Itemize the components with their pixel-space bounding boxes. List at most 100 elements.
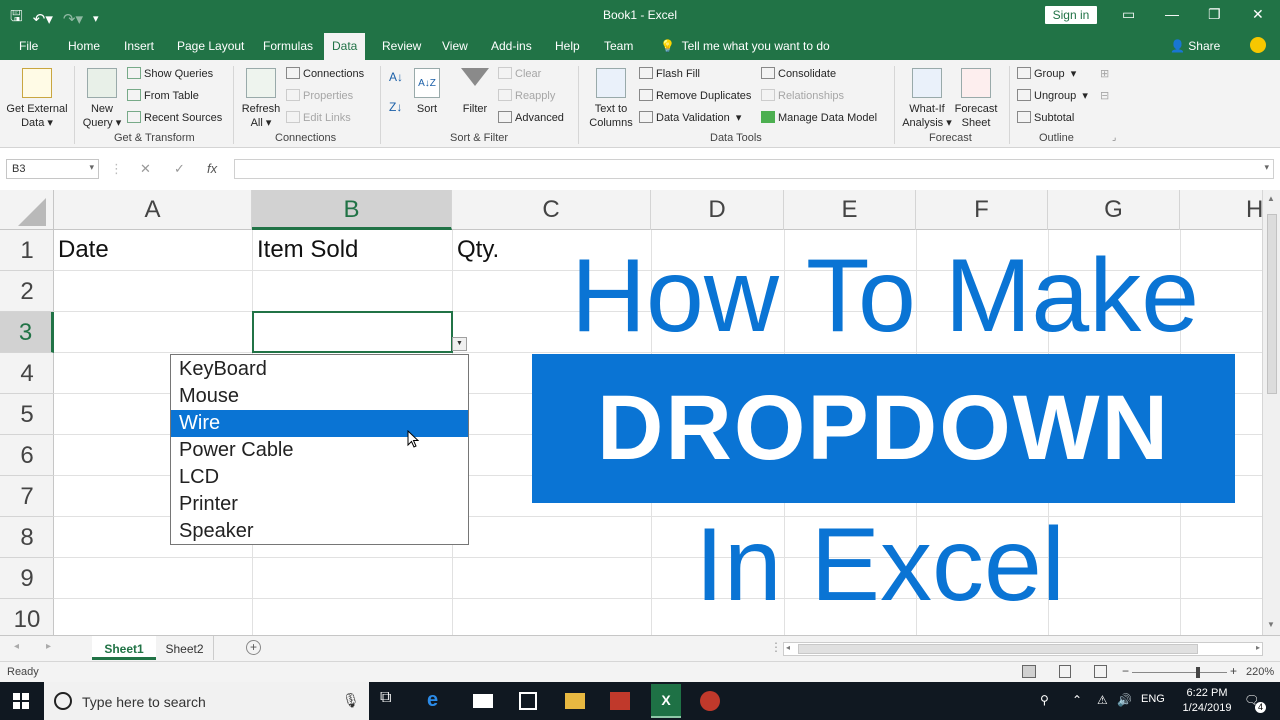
group-button[interactable]: Group ▾ [1017, 67, 1076, 80]
subtotal-button[interactable]: Subtotal [1017, 111, 1074, 124]
recent-sources-button[interactable]: Recent Sources [127, 111, 222, 124]
tab-add-ins[interactable]: Add-ins [491, 39, 532, 53]
edge-browser-icon[interactable]: e [427, 689, 451, 713]
dropdown-option[interactable]: Mouse [171, 383, 468, 410]
dropdown-option[interactable]: KeyBoard [171, 356, 468, 383]
share-button[interactable]: 👤 Share [1170, 39, 1220, 53]
column-header-a[interactable]: A [54, 190, 252, 230]
redo-icon[interactable]: ↷▾ [63, 10, 83, 28]
remove-duplicates-button[interactable]: Remove Duplicates [639, 89, 751, 102]
zoom-out-icon[interactable]: − [1122, 664, 1129, 678]
forecast-sheet-button[interactable]: Forecast Sheet [953, 68, 999, 130]
dropdown-option[interactable]: Speaker [171, 518, 468, 545]
row-header-8[interactable]: 8 [0, 517, 54, 558]
column-header-d[interactable]: D [651, 190, 784, 230]
vertical-scroll-thumb[interactable] [1267, 214, 1277, 394]
zoom-level[interactable]: 220% [1246, 666, 1274, 678]
undo-icon[interactable]: ↶▾ [33, 10, 53, 28]
scroll-up-icon[interactable]: ▲ [1267, 194, 1275, 203]
consolidate-button[interactable]: Consolidate [761, 67, 836, 80]
row-header-4[interactable]: 4 [0, 353, 54, 394]
select-all-button[interactable] [0, 190, 54, 230]
tab-help[interactable]: Help [555, 39, 580, 53]
filter-button[interactable]: Filter [457, 68, 493, 116]
scroll-down-icon[interactable]: ▼ [1267, 620, 1275, 629]
data-validation-button[interactable]: Data Validation ▾ [639, 111, 741, 124]
sort-descending-icon[interactable]: Z↓ [389, 100, 402, 114]
excel-taskbar-icon[interactable]: X [651, 684, 681, 718]
manage-data-model-button[interactable]: Manage Data Model [761, 111, 877, 124]
column-header-f[interactable]: F [916, 190, 1048, 230]
tab-split-handle-icon[interactable]: ⋮ [770, 640, 782, 654]
add-sheet-icon[interactable]: + [246, 640, 261, 655]
volume-icon[interactable]: 🔊 [1117, 693, 1132, 707]
input-language[interactable]: ENG [1141, 693, 1165, 705]
cell-b1[interactable]: Item Sold [257, 236, 358, 264]
tab-formulas[interactable]: Formulas [263, 39, 313, 53]
task-view-icon[interactable]: ⧉ [380, 689, 404, 713]
tab-review[interactable]: Review [382, 39, 421, 53]
minimize-icon[interactable]: — [1165, 6, 1179, 22]
tab-file[interactable]: File [19, 39, 38, 53]
dropdown-option[interactable]: Printer [171, 491, 468, 518]
close-icon[interactable]: ✕ [1252, 6, 1264, 23]
zoom-in-icon[interactable]: + [1230, 664, 1237, 678]
column-header-e[interactable]: E [784, 190, 916, 230]
screen-recorder-icon[interactable] [700, 691, 720, 711]
row-header-9[interactable]: 9 [0, 558, 54, 599]
tab-home[interactable]: Home [68, 39, 100, 53]
page-layout-view-icon[interactable] [1059, 665, 1071, 678]
enter-icon[interactable]: ✓ [174, 161, 185, 177]
file-explorer-icon[interactable] [565, 693, 585, 709]
maximize-icon[interactable]: ❐ [1208, 6, 1221, 23]
row-header-3[interactable]: 3 [0, 312, 54, 353]
sign-in-button[interactable]: Sign in [1045, 6, 1097, 24]
horizontal-scroll-thumb[interactable] [798, 644, 1198, 654]
formula-input[interactable]: ▾ [234, 159, 1274, 179]
horizontal-scrollbar[interactable]: ◂ ▸ [783, 642, 1263, 656]
get-external-data-button[interactable]: Get External Data ▾ [4, 68, 70, 130]
microphone-icon[interactable]: 🎙 [342, 692, 360, 709]
from-table-button[interactable]: From Table [127, 89, 199, 102]
normal-view-icon[interactable] [1022, 665, 1036, 678]
expand-formula-bar-icon[interactable]: ▾ [1264, 162, 1269, 173]
people-icon[interactable]: ⚲ [1040, 693, 1049, 707]
advanced-filter-button[interactable]: Advanced [498, 111, 564, 124]
connections-button[interactable]: Connections [286, 67, 364, 80]
ribbon-display-options-icon[interactable]: ▭ [1122, 6, 1135, 23]
taskbar-search-box[interactable]: Type here to search 🎙 [44, 682, 369, 720]
dropdown-option[interactable]: Power Cable [171, 437, 468, 464]
dropdown-option[interactable]: LCD [171, 464, 468, 491]
row-header-7[interactable]: 7 [0, 476, 54, 517]
what-if-analysis-button[interactable]: What-If Analysis ▾ [901, 68, 953, 130]
active-cell-b3[interactable] [252, 311, 453, 353]
page-break-view-icon[interactable] [1094, 665, 1107, 678]
insert-function-icon[interactable]: fx [207, 161, 217, 176]
tab-team[interactable]: Team [604, 39, 633, 53]
scroll-sheets-right-icon[interactable]: ▸ [46, 641, 51, 652]
vertical-scrollbar[interactable]: ▲ ▼ [1262, 190, 1280, 635]
store-icon[interactable] [519, 692, 537, 710]
cell-c1[interactable]: Qty. [457, 236, 499, 264]
outline-dialog-launcher-icon[interactable]: ⌟ [1112, 132, 1116, 143]
tab-view[interactable]: View [442, 39, 468, 53]
dropdown-option-selected[interactable]: Wire [171, 410, 468, 437]
column-header-c[interactable]: C [452, 190, 651, 230]
cancel-icon[interactable]: ✕ [140, 161, 151, 177]
row-header-10[interactable]: 10 [0, 599, 54, 640]
mail-icon[interactable] [473, 694, 493, 708]
row-header-1[interactable]: 1 [0, 230, 54, 271]
scroll-right-icon[interactable]: ▸ [1256, 643, 1260, 652]
zoom-slider-knob[interactable] [1196, 667, 1200, 678]
scroll-left-icon[interactable]: ◂ [786, 643, 790, 652]
new-query-button[interactable]: New Query ▾ [80, 68, 124, 130]
windows-start-icon[interactable] [13, 693, 29, 709]
tab-insert[interactable]: Insert [124, 39, 154, 53]
name-box[interactable]: B3 ▾ [6, 159, 99, 179]
sort-button[interactable]: A↓Z Sort [410, 68, 444, 116]
sheet-tab-sheet1[interactable]: Sheet1 [92, 636, 156, 660]
column-header-b[interactable]: B [252, 190, 452, 230]
column-header-g[interactable]: G [1048, 190, 1180, 230]
refresh-all-button[interactable]: Refresh All ▾ [238, 68, 284, 130]
show-hidden-icons-icon[interactable]: ⌃ [1072, 693, 1082, 707]
